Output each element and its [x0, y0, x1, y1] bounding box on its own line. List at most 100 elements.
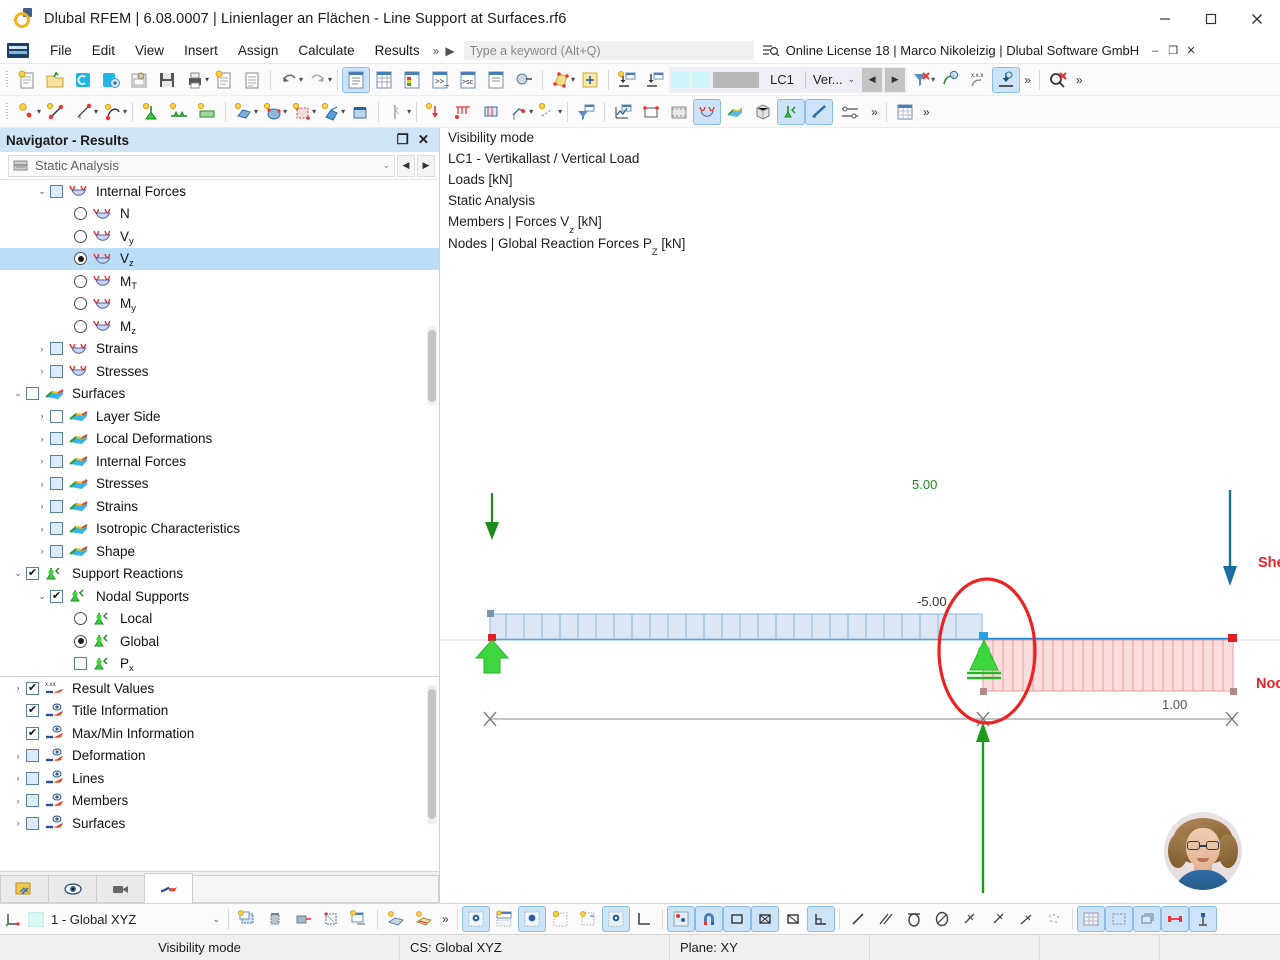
checkbox[interactable]	[26, 817, 39, 830]
chevron-down-icon[interactable]: ⌄	[34, 591, 50, 602]
navigator-restore-icon[interactable]: ❐	[397, 132, 409, 148]
menu-play-icon[interactable]: ▶	[442, 44, 457, 58]
chevron-right-icon[interactable]: ›	[34, 524, 50, 534]
new-line-icon[interactable]	[42, 99, 70, 125]
show-grid-icon[interactable]	[1077, 906, 1105, 932]
new-node-icon[interactable]	[13, 99, 41, 125]
angle-snap-icon[interactable]	[807, 906, 835, 932]
result-values-display-icon[interactable]	[805, 99, 833, 125]
properties-panel-icon[interactable]	[482, 67, 510, 93]
tree-item-px[interactable]: Px	[0, 653, 439, 676]
print-icon[interactable]	[181, 67, 209, 93]
snap-new-icon[interactable]	[546, 906, 574, 932]
tree-item-deformation[interactable]: ›Deformation	[0, 745, 439, 768]
chevron-right-icon[interactable]: ›	[34, 411, 50, 421]
undo-icon[interactable]	[275, 67, 303, 93]
menu-calculate[interactable]: Calculate	[288, 40, 364, 61]
navigator-panel-icon[interactable]	[342, 67, 370, 93]
rect-select-icon[interactable]	[723, 906, 751, 932]
checkbox[interactable]	[26, 749, 39, 762]
result-info-icon[interactable]: i	[936, 67, 964, 93]
checkbox[interactable]	[50, 432, 63, 445]
checkbox[interactable]	[26, 682, 39, 695]
checkbox[interactable]	[26, 794, 39, 807]
checkbox[interactable]	[26, 772, 39, 785]
version-selector[interactable]: Ver... ⌄	[809, 72, 859, 87]
license-search-icon[interactable]	[762, 43, 780, 58]
chevron-right-icon[interactable]: ›	[10, 773, 26, 783]
new-dimension-icon[interactable]: I	[70, 99, 98, 125]
radio-button[interactable]	[74, 297, 87, 310]
coordinate-system-icon[interactable]	[2, 906, 24, 932]
results-tree-lower[interactable]: ›x.xxResult ValuesTitle InformationMax/M…	[0, 677, 439, 871]
analysis-type-combo[interactable]: Static Analysis ⌄	[8, 155, 395, 177]
nav-next-button[interactable]: ▶	[417, 155, 435, 177]
spotlight-icon[interactable]	[510, 67, 538, 93]
tree-item-layer-side[interactable]: ›Layer Side	[0, 405, 439, 428]
tab-results[interactable]	[144, 873, 193, 903]
filter-clear-icon[interactable]	[907, 67, 935, 93]
tree-item-isotropic-characteristics[interactable]: ›Isotropic Characteristics	[0, 518, 439, 541]
tree-item-internal-forces[interactable]: ›Internal Forces	[0, 450, 439, 473]
color-legend-icon[interactable]	[398, 67, 426, 93]
section-result-icon[interactable]	[637, 99, 665, 125]
tree-item-vy[interactable]: Vy	[0, 225, 439, 248]
chevron-right-icon[interactable]: ›	[10, 818, 26, 828]
model-viewport[interactable]: Visibility mode LC1 - Vertikallast / Ver…	[440, 128, 1280, 903]
toolbar2-grip[interactable]	[4, 101, 11, 123]
checkbox[interactable]	[74, 657, 87, 670]
clear-results-icon[interactable]	[1044, 67, 1072, 93]
new-model-icon[interactable]	[13, 67, 41, 93]
chevron-right-icon[interactable]: ›	[34, 501, 50, 511]
magnet-snap-icon[interactable]	[695, 906, 723, 932]
chevron-down-icon[interactable]: ⌄	[34, 186, 50, 197]
menu-assign[interactable]: Assign	[228, 40, 289, 61]
new-surface-icon[interactable]	[230, 99, 258, 125]
chevron-right-icon[interactable]: ›	[10, 683, 26, 693]
new-member-icon[interactable]	[317, 99, 345, 125]
cs-chevron-down-icon[interactable]: ⌄	[212, 914, 220, 925]
tab-camera[interactable]	[96, 875, 145, 903]
chevron-right-icon[interactable]: ›	[10, 796, 26, 806]
radio-button[interactable]	[74, 635, 87, 648]
chevron-right-icon[interactable]: ›	[34, 479, 50, 489]
checkbox[interactable]	[50, 365, 63, 378]
new-opening-icon[interactable]	[288, 99, 316, 125]
script-icon[interactable]: >sc	[454, 67, 482, 93]
arc-snap-icon[interactable]	[900, 906, 928, 932]
checkbox[interactable]	[26, 387, 39, 400]
new-cs-icon[interactable]	[233, 906, 261, 932]
line-snap-icon[interactable]	[844, 906, 872, 932]
snap-grid-icon[interactable]	[490, 906, 518, 932]
tree-item-lines[interactable]: ›Lines	[0, 767, 439, 790]
add-object-icon[interactable]	[576, 67, 604, 93]
tree-item-result-values[interactable]: ›x.xxResult Values	[0, 677, 439, 700]
member-forces-icon[interactable]	[693, 99, 721, 125]
doc-restore-button[interactable]: ❐	[1165, 42, 1181, 60]
cloud-icon[interactable]	[69, 67, 97, 93]
radio-button[interactable]	[74, 252, 87, 265]
grid-plane-icon[interactable]	[410, 906, 438, 932]
tree-item-title-information[interactable]: Title Information	[0, 700, 439, 723]
animation-icon[interactable]	[665, 99, 693, 125]
imperfection-icon[interactable]	[534, 99, 562, 125]
tree-item-surfaces[interactable]: ⌄Surfaces	[0, 383, 439, 406]
tree-item-local-deformations[interactable]: ›Local Deformations	[0, 428, 439, 451]
tree-scrollbar-lower[interactable]	[427, 685, 437, 825]
document-icon[interactable]	[238, 67, 266, 93]
tree-item-strains[interactable]: ›Strains	[0, 495, 439, 518]
tab-model[interactable]	[0, 875, 49, 903]
box-select-icon[interactable]	[779, 906, 807, 932]
result-display-icon[interactable]	[992, 67, 1020, 93]
results-tree-upper[interactable]: ⌄Internal ForcesNVyVzMTMyMz›Strains›Stre…	[0, 180, 439, 677]
checkbox[interactable]	[26, 704, 39, 717]
tree-item-max-min-information[interactable]: Max/Min Information	[0, 722, 439, 745]
checkbox[interactable]	[50, 342, 63, 355]
edit-cs-icon[interactable]	[345, 906, 373, 932]
new-surface-support-icon[interactable]	[193, 99, 221, 125]
new-line-support-icon[interactable]	[165, 99, 193, 125]
tree-item-n[interactable]: N	[0, 203, 439, 226]
tree-item-vz[interactable]: Vz	[0, 248, 439, 271]
move-cs-icon[interactable]	[289, 906, 317, 932]
radio-button[interactable]	[74, 207, 87, 220]
